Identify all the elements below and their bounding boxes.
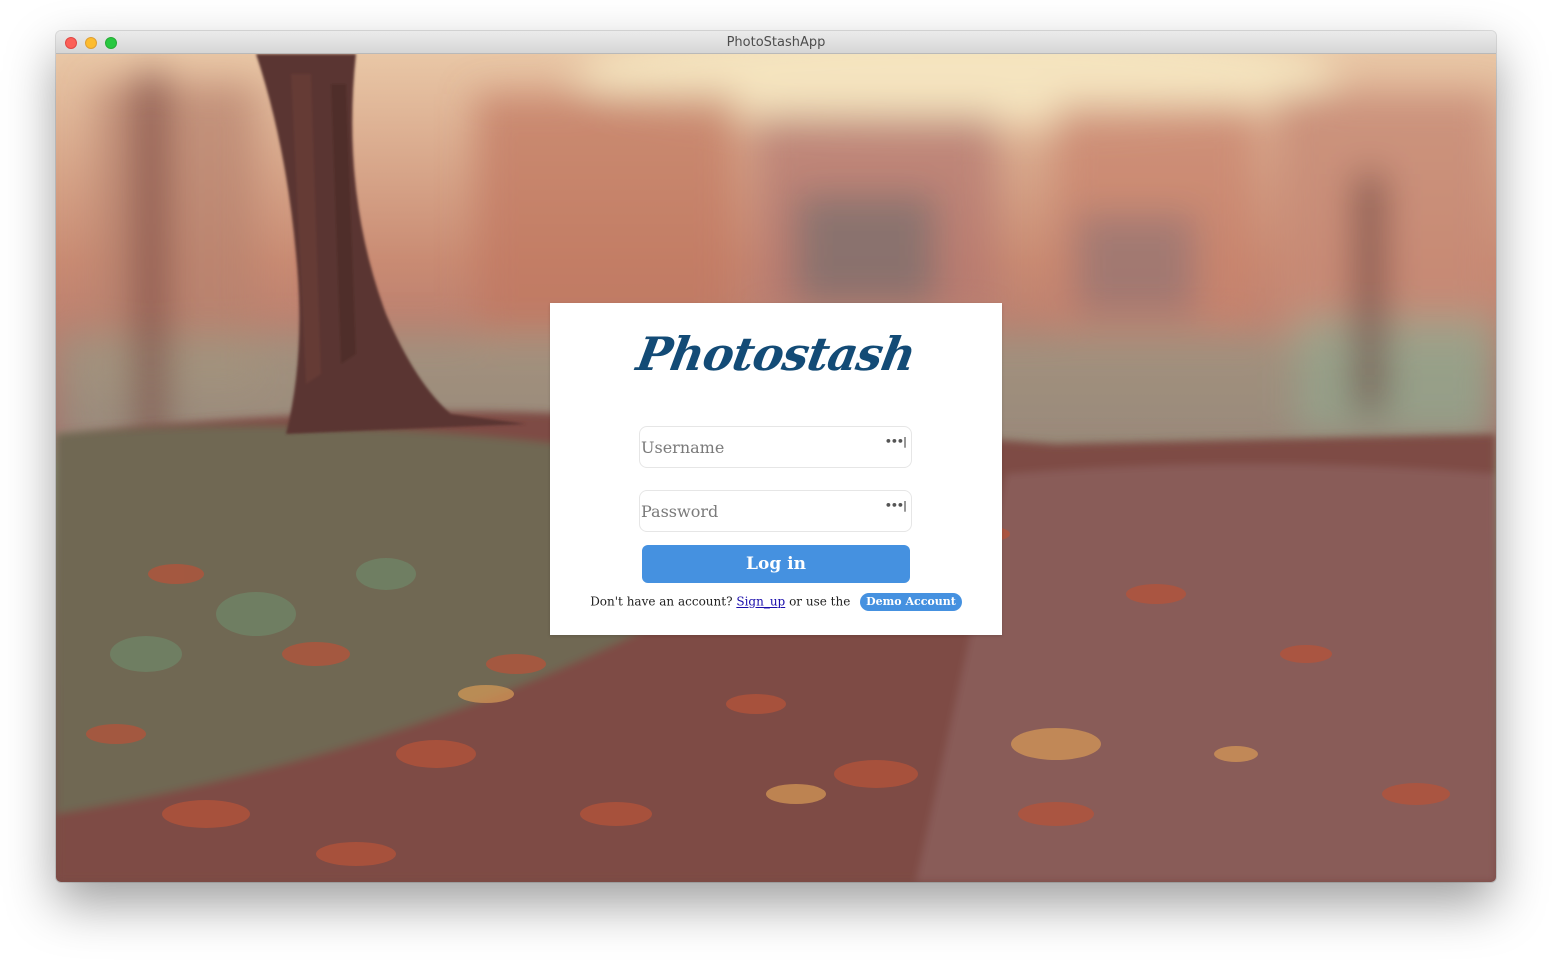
- signup-link[interactable]: Sign_up: [736, 595, 785, 609]
- signup-prompt: Don't have an account? Sign_up or use th…: [550, 593, 1002, 611]
- username-field[interactable]: •••|: [639, 426, 912, 468]
- no-account-text: Don't have an account?: [590, 594, 733, 609]
- key-icon[interactable]: •••|: [885, 499, 907, 512]
- password-field[interactable]: •••|: [639, 490, 912, 532]
- login-card: Photostash •••| •••| Log in Don't have a…: [550, 303, 1002, 635]
- password-input[interactable]: [640, 491, 881, 531]
- or-use-text: or use the: [789, 594, 851, 609]
- demo-account-button[interactable]: Demo Account: [860, 593, 962, 611]
- app-window: PhotoStashApp Photostash Username •••| •…: [56, 31, 1496, 882]
- window-title: PhotoStashApp: [726, 35, 826, 50]
- app-content: Photostash •••| •••| Log in Don't have a…: [56, 54, 1496, 882]
- key-icon[interactable]: •••|: [885, 435, 907, 448]
- username-input[interactable]: [640, 427, 881, 467]
- login-button[interactable]: Log in: [642, 545, 910, 583]
- title-bar[interactable]: PhotoStashApp: [56, 31, 1496, 54]
- brand-logo: Photostash: [632, 327, 920, 381]
